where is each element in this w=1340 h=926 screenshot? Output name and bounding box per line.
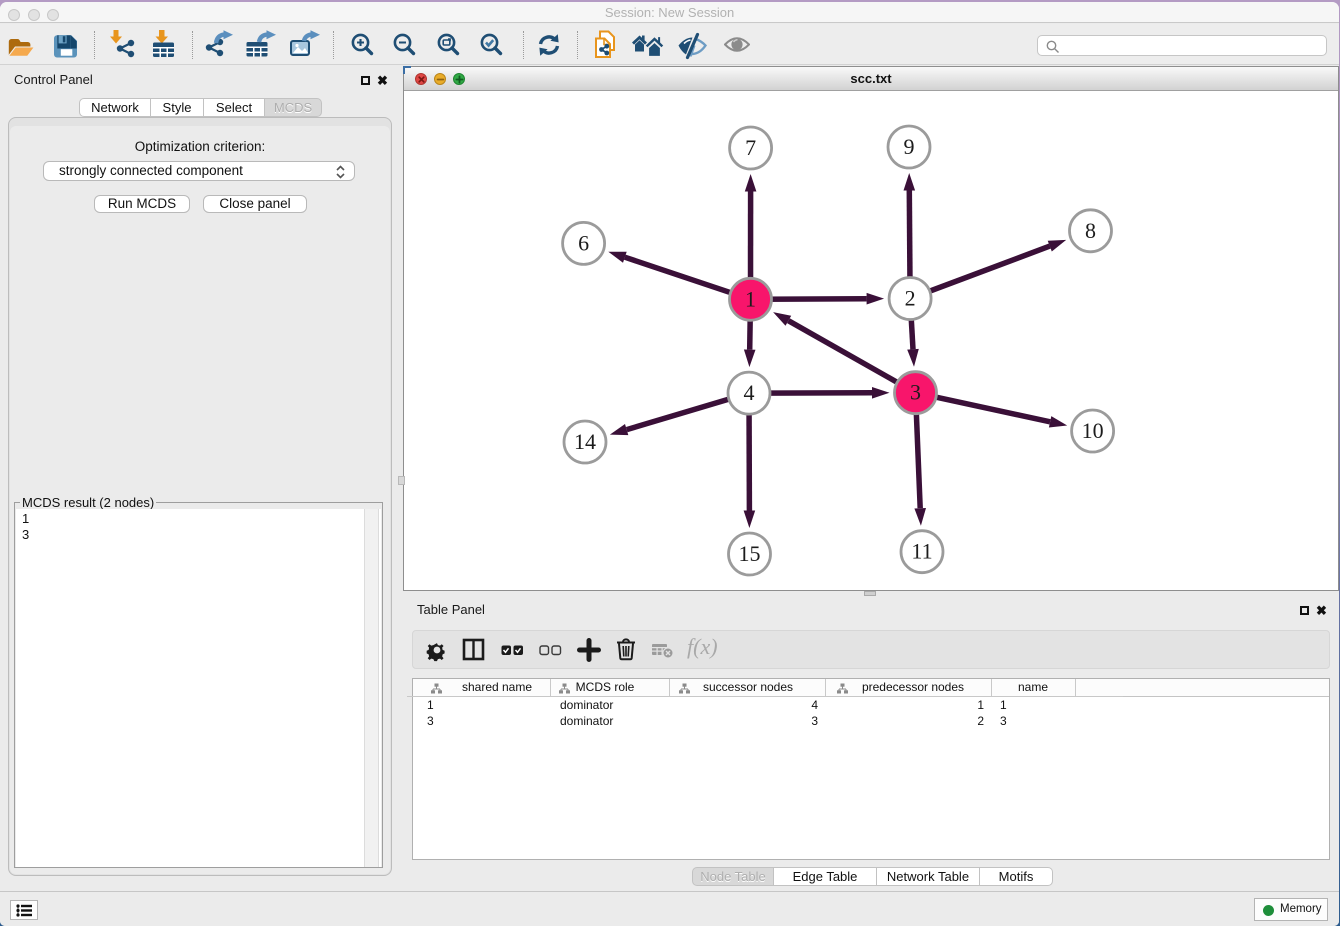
svg-text:4: 4 <box>744 380 755 405</box>
svg-text:2: 2 <box>905 286 916 311</box>
svg-text:7: 7 <box>745 135 756 160</box>
svg-text:6: 6 <box>578 230 589 255</box>
svg-text:14: 14 <box>574 429 596 454</box>
svg-text:15: 15 <box>739 541 761 566</box>
svg-text:3: 3 <box>910 380 921 405</box>
svg-text:11: 11 <box>911 539 932 564</box>
svg-text:9: 9 <box>904 134 915 159</box>
svg-text:10: 10 <box>1082 418 1104 443</box>
svg-text:8: 8 <box>1085 218 1096 243</box>
svg-text:1: 1 <box>745 286 756 311</box>
